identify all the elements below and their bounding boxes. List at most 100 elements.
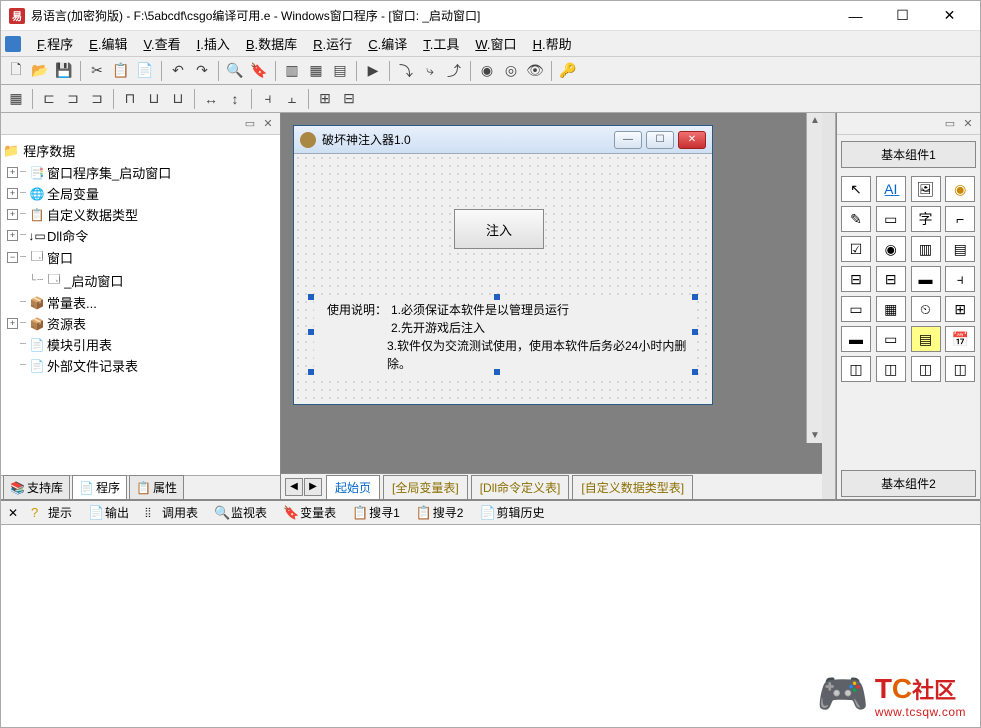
tab-watch[interactable]: 🔍监视表	[208, 501, 273, 524]
tab-search1[interactable]: 📋搜寻1	[346, 501, 406, 524]
expand-icon[interactable]: +	[7, 167, 18, 178]
same-height-icon[interactable]: ↕	[224, 88, 246, 110]
pointer-icon[interactable]: ↖	[841, 176, 871, 202]
panel-close-icon[interactable]: ✕	[960, 116, 976, 132]
menu-run[interactable]: R.运行	[305, 32, 360, 55]
design-window[interactable]: 破坏神注入器1.0 — ☐ ✕ 注入 使用说明：1.必须保证本软件是以管理员运行…	[293, 125, 713, 405]
tab-search2[interactable]: 📋搜寻2	[410, 501, 470, 524]
tab-icon[interactable]: ▭	[841, 296, 871, 322]
picture-icon[interactable]: 🖼	[911, 176, 941, 202]
tree-item-customtypes[interactable]: + ┄ 📋 自定义数据类型	[3, 204, 278, 225]
expand-icon[interactable]: +	[7, 188, 18, 199]
layout1-icon[interactable]: ▥	[281, 60, 303, 82]
menu-view[interactable]: V.查看	[135, 32, 188, 55]
tree-item-resources[interactable]: + ┄ 📦 资源表	[3, 313, 278, 334]
new-icon[interactable]: 🗋	[5, 60, 27, 82]
menu-insert[interactable]: I.插入	[189, 32, 238, 55]
tree-item-globals[interactable]: + ┄ 🌐 全局变量	[3, 183, 278, 204]
common2-icon[interactable]: ◫	[876, 356, 906, 382]
menu-help[interactable]: H.帮助	[525, 32, 580, 55]
copy-icon[interactable]: 📋	[110, 60, 132, 82]
menu-edit[interactable]: E.编辑	[81, 32, 135, 55]
selection-handle[interactable]	[692, 329, 698, 335]
tab-callstack[interactable]: ⦙⦙调用表	[139, 501, 204, 524]
selection-handle[interactable]	[308, 294, 314, 300]
group-icon[interactable]: ▭	[876, 206, 906, 232]
design-maximize-button[interactable]: ☐	[646, 131, 674, 149]
edit-icon[interactable]: A̲I̲	[876, 176, 906, 202]
find-icon[interactable]: 🔍	[224, 60, 246, 82]
shape-icon[interactable]: ◉	[945, 176, 975, 202]
combo-icon[interactable]: ▥	[911, 236, 941, 262]
grid-icon[interactable]: ▦	[5, 88, 27, 110]
tab-prev-icon[interactable]: ◀	[285, 478, 303, 496]
tab-startpage[interactable]: 起始页	[326, 475, 380, 499]
panel-close-icon[interactable]: ✕	[260, 116, 276, 132]
step-into-icon[interactable]: ⤷	[419, 60, 441, 82]
tab-vars[interactable]: 🔖变量表	[277, 501, 342, 524]
collapse-icon[interactable]: −	[7, 252, 18, 263]
tree-item-modules[interactable]: ┄ 📄 模块引用表	[3, 334, 278, 355]
usage-label[interactable]: 使用说明：1.必须保证本软件是以管理员运行 2.先开游戏后注入 3.软件仅为交流…	[314, 299, 694, 375]
tree-item-startwindow[interactable]: └┄ 🗔 _启动窗口	[3, 269, 278, 292]
draw-icon[interactable]: ✎	[841, 206, 871, 232]
design-minimize-button[interactable]: —	[614, 131, 642, 149]
tab-customtypes[interactable]: [自定义数据类型表]	[572, 475, 693, 499]
expand-icon[interactable]: +	[7, 318, 18, 329]
selection-handle[interactable]	[308, 369, 314, 375]
space-h-icon[interactable]: ⫞	[257, 88, 279, 110]
output-area[interactable]: 🎮 TC社区 www.tcsqw.com	[1, 525, 980, 727]
paste-icon[interactable]: 📄	[134, 60, 156, 82]
expand-icon[interactable]: +	[7, 230, 18, 241]
label-icon[interactable]: 字	[911, 206, 941, 232]
expand-icon[interactable]: +	[7, 209, 18, 220]
palette-title-1[interactable]: 基本组件1	[841, 141, 976, 168]
run-icon[interactable]: ▶	[362, 60, 384, 82]
progress-icon[interactable]: ▬	[911, 266, 941, 292]
redo-icon[interactable]: ↷	[191, 60, 213, 82]
statusbar-icon[interactable]: ▬	[841, 326, 871, 352]
selection-handle[interactable]	[692, 369, 698, 375]
align-center-h-icon[interactable]: ⊐	[62, 88, 84, 110]
undo-icon[interactable]: ↶	[167, 60, 189, 82]
imagelist-icon[interactable]: ▦	[876, 296, 906, 322]
minimize-button[interactable]: —	[833, 2, 878, 30]
menu-program[interactable]: F.程序	[29, 32, 81, 55]
align-top-icon[interactable]: ⊓	[119, 88, 141, 110]
step-out-icon[interactable]: ⤴	[443, 60, 465, 82]
bottom-close-icon[interactable]: ✕	[5, 503, 21, 523]
common3-icon[interactable]: ◫	[911, 356, 941, 382]
center-h-icon[interactable]: ⊞	[314, 88, 336, 110]
date-icon[interactable]: 📅	[945, 326, 975, 352]
tree-icon[interactable]: ⊞	[945, 296, 975, 322]
selection-handle[interactable]	[494, 369, 500, 375]
slider-icon[interactable]: ⫞	[945, 266, 975, 292]
layout2-icon[interactable]: ▦	[305, 60, 327, 82]
tab-clipboard[interactable]: 📄剪辑历史	[473, 501, 550, 524]
tree-item-window[interactable]: − ┄ 🗔 窗口	[3, 246, 278, 269]
breakpoints-icon[interactable]: ◎	[500, 60, 522, 82]
tab-property[interactable]: 📋属性	[129, 475, 184, 499]
right-scrollbar[interactable]	[822, 113, 836, 499]
richtext-icon[interactable]: ▤	[911, 326, 941, 352]
align-bottom-icon[interactable]: ⊔	[167, 88, 189, 110]
list-icon[interactable]: ▤	[945, 236, 975, 262]
palette-title-2[interactable]: 基本组件2	[841, 470, 976, 497]
stop-icon[interactable]: 🔑	[557, 60, 579, 82]
center-v-icon[interactable]: ⊟	[338, 88, 360, 110]
maximize-button[interactable]: ☐	[880, 2, 925, 30]
close-button[interactable]: ✕	[927, 2, 972, 30]
common1-icon[interactable]: ◫	[841, 356, 871, 382]
inject-button[interactable]: 注入	[454, 209, 544, 249]
tab-support[interactable]: 📚支持库	[3, 475, 70, 499]
selection-handle[interactable]	[494, 294, 500, 300]
tree-item-dll[interactable]: + ┄ ↓▭ Dll命令	[3, 225, 278, 246]
panel-pin-icon[interactable]: ▭	[242, 116, 258, 132]
design-window-body[interactable]: 注入 使用说明：1.必须保证本软件是以管理员运行 2.先开游戏后注入 3.软件仅…	[294, 154, 712, 404]
space-v-icon[interactable]: ⫠	[281, 88, 303, 110]
open-icon[interactable]: 📂	[29, 60, 51, 82]
design-close-button[interactable]: ✕	[678, 131, 706, 149]
tree-root[interactable]: 📁 程序数据	[3, 139, 278, 162]
layout3-icon[interactable]: ▤	[329, 60, 351, 82]
tab-globals[interactable]: [全局变量表]	[383, 475, 468, 499]
